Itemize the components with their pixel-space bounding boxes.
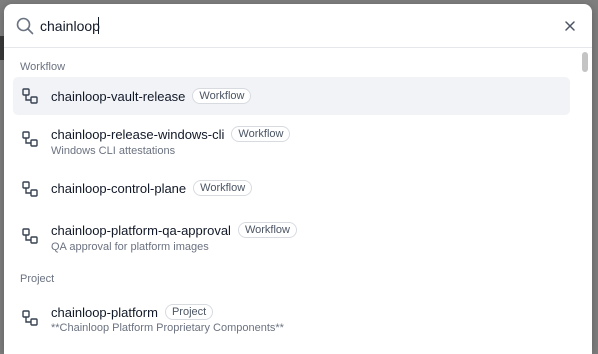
search-bar: [4, 4, 592, 48]
type-badge: Workflow: [193, 180, 253, 196]
result-description: Windows CLI attestations: [51, 145, 176, 157]
type-badge: Project: [164, 304, 214, 320]
result-title-row: chainloop-vault-release Workflow: [51, 88, 252, 104]
result-item[interactable]: chainloop-platform Project **Chainloop P…: [13, 293, 570, 339]
result-item[interactable]: chainloop-vault-release Workflow: [13, 77, 570, 115]
type-badge: Workflow: [237, 222, 297, 238]
result-item[interactable]: chainloop-platform-qa-approval Workflow …: [13, 211, 570, 257]
result-description: **Chainloop Platform Proprietary Compone…: [51, 322, 284, 334]
search-icon: [16, 17, 34, 35]
workflow-icon: [22, 88, 38, 104]
results-scrollbar[interactable]: [580, 48, 592, 354]
workflow-icon: [22, 228, 38, 244]
group-heading-project: Project: [20, 273, 55, 285]
result-item[interactable]: chainloop-control-plane Workflow: [13, 169, 570, 207]
command-palette-dialog: Workflow chainloop-vault-release Workflo…: [4, 4, 592, 354]
close-icon[interactable]: [563, 19, 577, 33]
scrollbar-thumb[interactable]: [582, 52, 588, 72]
results-list[interactable]: Workflow chainloop-vault-release Workflo…: [4, 48, 580, 354]
result-title-row: chainloop-control-plane Workflow: [51, 180, 253, 196]
workflow-icon: [22, 310, 38, 326]
search-input[interactable]: [40, 15, 540, 37]
result-title-row: chainloop-platform-qa-approval Workflow: [51, 222, 297, 238]
type-badge: Workflow: [192, 88, 252, 104]
workflow-icon: [22, 131, 38, 147]
result-title: chainloop-platform-qa-approval: [51, 222, 231, 238]
result-item[interactable]: chainloop-release-windows-cli Workflow W…: [13, 117, 570, 163]
text-cursor: [98, 17, 99, 34]
result-title-row: chainloop-release-windows-cli Workflow: [51, 126, 291, 142]
result-title: chainloop-platform: [51, 304, 158, 320]
result-title: chainloop-vault-release: [51, 88, 186, 104]
result-title: chainloop-control-plane: [51, 180, 187, 196]
type-badge: Workflow: [231, 126, 291, 142]
workflow-icon: [22, 181, 38, 197]
result-title: chainloop-release-windows-cli: [51, 126, 225, 142]
result-description: QA approval for platform images: [51, 241, 209, 253]
group-heading-workflow: Workflow: [20, 61, 66, 73]
result-title-row: chainloop-platform Project: [51, 304, 214, 320]
